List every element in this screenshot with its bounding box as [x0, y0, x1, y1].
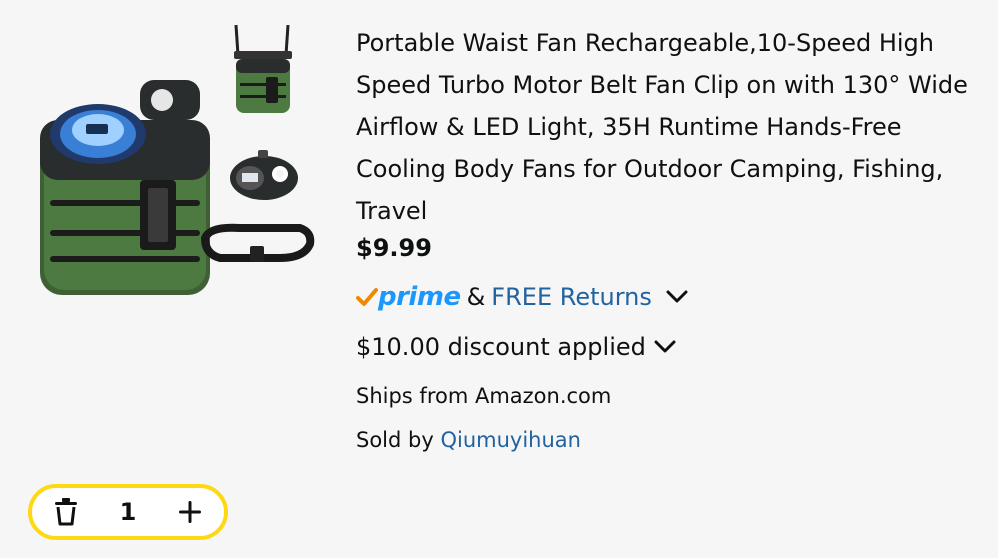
chevron-down-icon[interactable] [666, 290, 688, 304]
product-price: $9.99 [356, 234, 432, 262]
prime-label: prime [378, 282, 461, 312]
ampersand: & [466, 283, 486, 311]
discount-text: $10.00 discount applied [356, 333, 646, 361]
seller-link[interactable]: Qiumuyihuan [440, 428, 581, 452]
sold-by-label: Sold by [356, 428, 434, 452]
product-main-image[interactable] [40, 80, 215, 300]
check-icon [356, 288, 378, 306]
product-title[interactable]: Portable Waist Fan Rechargeable,10-Speed… [356, 22, 976, 232]
discount-row[interactable]: $10.00 discount applied [356, 333, 676, 361]
free-returns-link[interactable]: FREE Returns [491, 283, 652, 311]
chevron-down-icon[interactable] [654, 340, 676, 354]
plus-icon[interactable] [170, 492, 210, 532]
trash-icon[interactable] [46, 492, 86, 532]
sold-by: Sold by Qiumuyihuan [356, 428, 581, 452]
product-thumbnail[interactable] [228, 148, 300, 203]
prime-free-returns-row[interactable]: prime & FREE Returns [356, 277, 688, 317]
ships-from: Ships from Amazon.com [356, 384, 612, 408]
product-thumbnail[interactable] [228, 25, 298, 115]
quantity-stepper[interactable]: 1 [28, 484, 228, 540]
quantity-value: 1 [119, 498, 137, 526]
product-thumbnail[interactable] [200, 218, 315, 268]
prime-logo: prime [356, 282, 461, 312]
product-images[interactable] [40, 20, 320, 295]
